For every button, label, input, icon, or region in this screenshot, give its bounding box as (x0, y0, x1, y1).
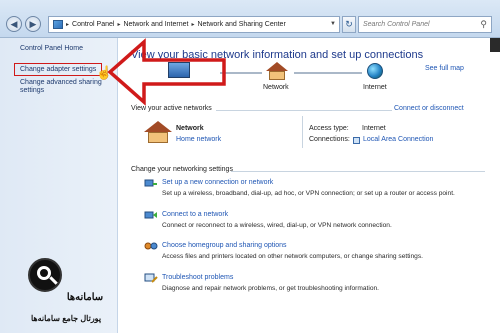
control-panel-home-link[interactable]: Control Panel Home (20, 45, 83, 52)
annotation-arrow-icon (107, 38, 226, 106)
setup-connection-link[interactable]: Set up a new connection or network (162, 179, 273, 186)
networking-settings-heading: Change your networking settings (131, 166, 233, 173)
connections-label: Connections: (309, 136, 350, 143)
home-network-icon (144, 121, 172, 143)
map-network-label: Network (263, 84, 289, 91)
breadcrumb-separator-icon: ▸ (66, 22, 70, 28)
troubleshoot-link[interactable]: Troubleshoot problems (162, 274, 233, 281)
network-name: Network (176, 125, 204, 132)
network-adapter-icon (353, 137, 360, 144)
back-button[interactable]: ◀ (6, 16, 22, 32)
see-full-map-link[interactable]: See full map (425, 65, 464, 72)
homegroup-sharing-link[interactable]: Choose homegroup and sharing options (162, 242, 287, 249)
breadcrumb-separator-icon: ▸ (191, 22, 195, 28)
chevron-down-icon[interactable]: ▼ (330, 21, 336, 27)
search-icon[interactable]: ⚲ (480, 19, 487, 30)
watermark-tagline: پورتال جامع سامانه‌ها (30, 314, 102, 323)
connect-network-desc: Connect or reconnect to a wireless, wire… (162, 222, 392, 229)
address-bar[interactable]: ▸ Control Panel ▸ Network and Internet ▸… (48, 16, 340, 33)
home-network-link[interactable]: Home network (176, 136, 221, 143)
local-area-connection-link[interactable]: Local Area Connection (363, 136, 433, 143)
watermark-brand: سامانه‌ها (66, 292, 104, 303)
homegroup-sharing-desc: Access files and printers located on oth… (162, 253, 423, 260)
breadcrumb-separator-icon: ▸ (117, 22, 121, 28)
search-placeholder: Search Control Panel (363, 21, 430, 28)
connect-or-disconnect-link[interactable]: Connect or disconnect (394, 105, 464, 112)
troubleshoot-desc: Diagnose and repair network problems, or… (162, 285, 379, 292)
homegroup-icon (144, 242, 158, 250)
access-type-value: Internet (362, 125, 386, 132)
connect-network-icon (144, 211, 157, 219)
change-advanced-sharing-link-line2[interactable]: settings (20, 87, 44, 94)
network-house-icon[interactable] (266, 62, 288, 80)
control-panel-icon (53, 20, 63, 29)
map-connector (294, 72, 362, 74)
address-toolbar: ◀ ▶ ▸ Control Panel ▸ Network and Intern… (0, 0, 500, 38)
watermark-logo-icon (28, 258, 62, 292)
connect-network-link[interactable]: Connect to a network (162, 211, 228, 218)
change-adapter-settings-link[interactable]: Change adapter settings (20, 66, 96, 73)
vertical-divider (302, 116, 303, 148)
setup-connection-desc: Set up a wireless, broadband, dial-up, a… (162, 190, 455, 197)
internet-globe-icon[interactable] (367, 63, 383, 79)
section-divider (231, 171, 485, 172)
new-connection-icon (144, 179, 157, 187)
breadcrumb-network-and-internet[interactable]: Network and Internet (123, 21, 188, 28)
change-advanced-sharing-link[interactable]: Change advanced sharing (20, 79, 102, 86)
breadcrumb-control-panel[interactable]: Control Panel (72, 21, 114, 28)
map-internet-label: Internet (363, 84, 387, 91)
troubleshoot-icon (144, 273, 158, 283)
breadcrumb-network-sharing-center[interactable]: Network and Sharing Center (197, 21, 285, 28)
section-divider (216, 110, 392, 111)
access-type-label: Access type: (309, 125, 349, 132)
scrollbar[interactable] (490, 38, 500, 52)
refresh-button[interactable]: ↻ (342, 16, 356, 33)
forward-button[interactable]: ▶ (25, 16, 41, 32)
search-input[interactable]: Search Control Panel ⚲ (358, 16, 492, 33)
